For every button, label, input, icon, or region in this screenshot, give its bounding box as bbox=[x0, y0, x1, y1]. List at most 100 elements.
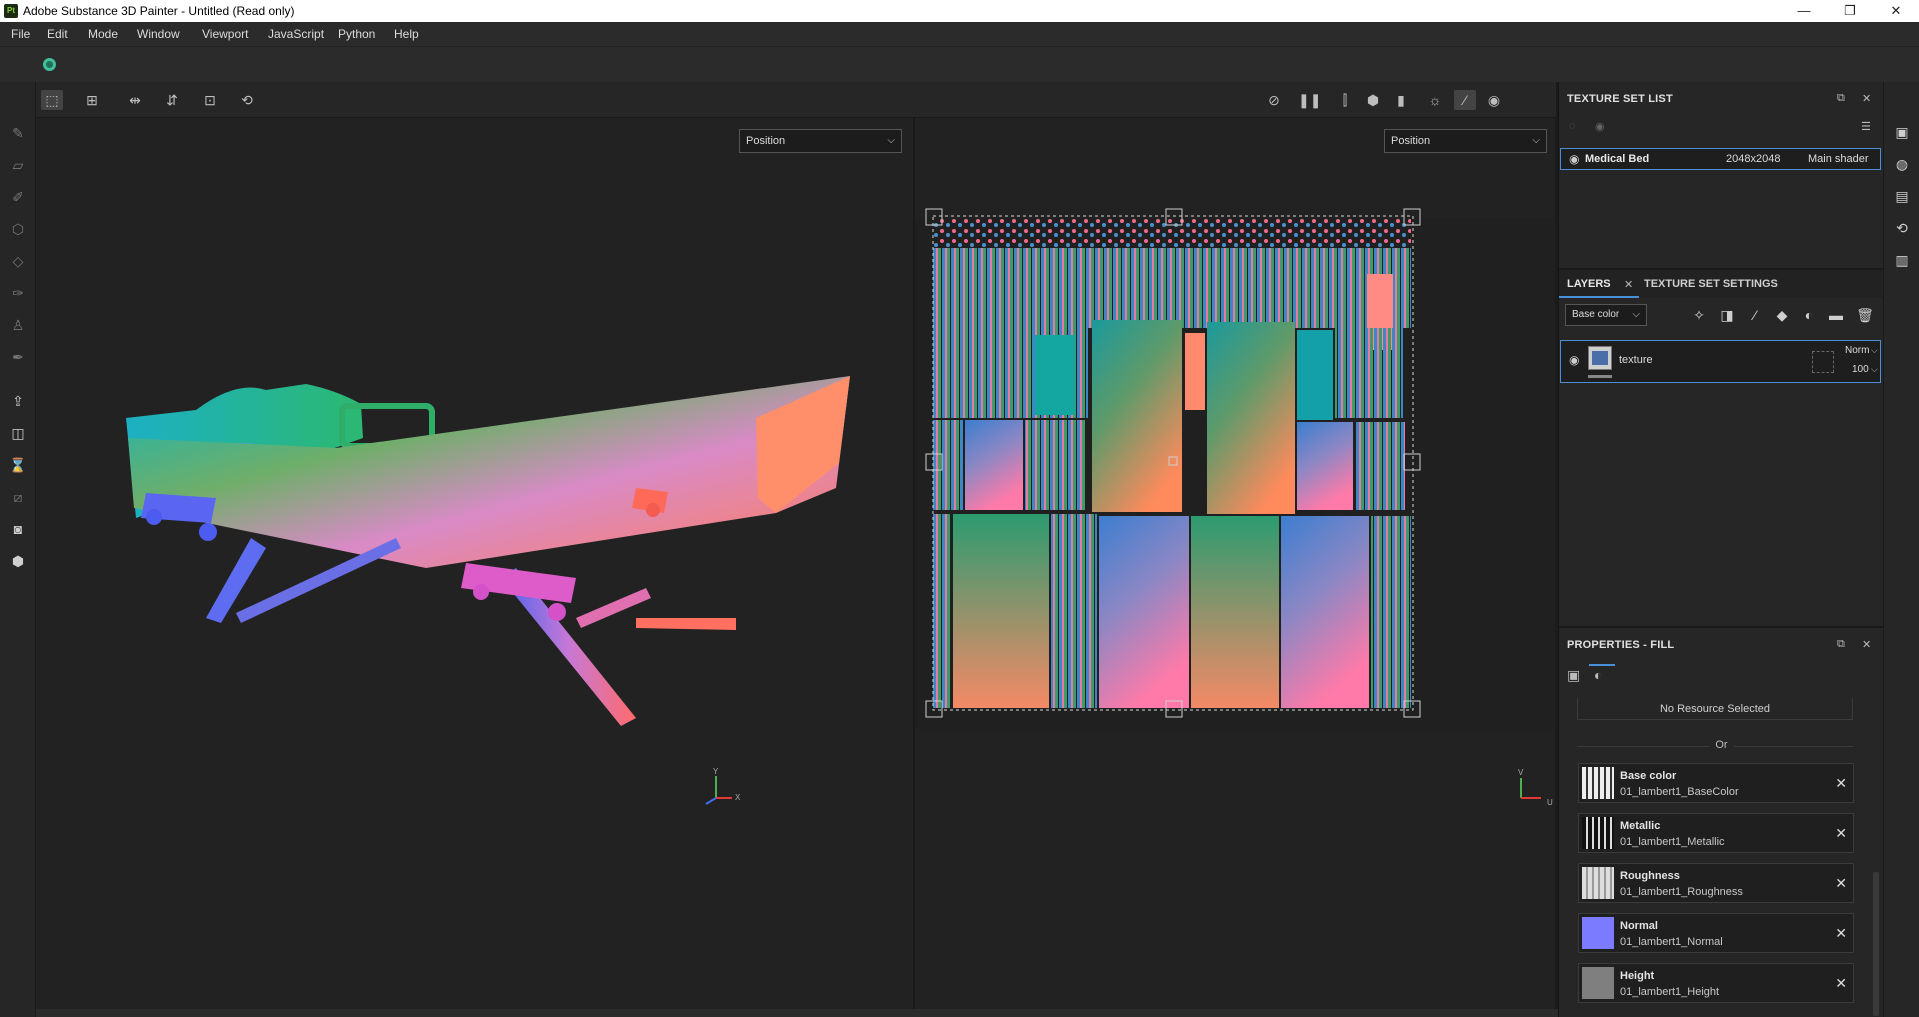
menu-javascript[interactable]: JavaScript bbox=[268, 27, 324, 41]
or-label: Or bbox=[1559, 739, 1884, 751]
screenshot-icon[interactable]: ◉ bbox=[1483, 90, 1505, 110]
bed-model bbox=[126, 376, 850, 726]
measure-icon[interactable]: ⌛ bbox=[9, 456, 27, 474]
layer-channel-select[interactable]: Base color ⌵ bbox=[1565, 304, 1647, 326]
texture-set-item[interactable]: ◉ Medical Bed 2048x2048 Main shader bbox=[1560, 148, 1881, 170]
frame-icon[interactable]: ⊡ bbox=[199, 90, 221, 110]
channel-slot-normal[interactable]: Normal 01_lambert1_Normal ✕ bbox=[1578, 913, 1854, 953]
split-icon[interactable]: ⫿ bbox=[1334, 90, 1356, 110]
menu-viewport[interactable]: Viewport bbox=[202, 27, 248, 41]
properties-scrollbar[interactable] bbox=[1873, 872, 1879, 1016]
eye-icon[interactable]: ◉ bbox=[1569, 353, 1579, 367]
clone-stamp-icon[interactable]: ♙ bbox=[9, 316, 27, 334]
cube-icon[interactable]: ⬢ bbox=[1362, 90, 1384, 110]
add-folder-icon[interactable]: ▬ bbox=[1827, 306, 1845, 324]
viewport-3d[interactable]: Position ⌵ Y X bbox=[36, 118, 913, 1009]
tab-texture-set-settings[interactable]: TEXTURE SET SETTINGS bbox=[1644, 278, 1778, 290]
chevron-down-icon: ⌵ bbox=[1871, 364, 1878, 374]
show-all-icon[interactable]: ◉ bbox=[1595, 120, 1605, 133]
uv-map bbox=[915, 208, 1555, 729]
channel-thumbnail bbox=[1582, 817, 1614, 849]
channel-slot-metallic[interactable]: Metallic 01_lambert1_Metallic ✕ bbox=[1578, 813, 1854, 853]
color-picker-icon[interactable]: ✒ bbox=[9, 348, 27, 366]
video-camera-icon[interactable]: ▮ bbox=[1390, 90, 1412, 110]
resource-slot[interactable]: No Resource Selected bbox=[1577, 698, 1853, 720]
mirror-x-icon[interactable]: ⇹ bbox=[124, 90, 146, 110]
pause-icon[interactable]: ❚❚ bbox=[1298, 90, 1321, 110]
close-tab-icon[interactable]: ✕ bbox=[1624, 278, 1633, 291]
add-smart-material-icon[interactable]: ◐ bbox=[1800, 306, 1818, 324]
float-panel-icon[interactable]: ⧉ bbox=[1837, 92, 1845, 105]
menu-python[interactable]: Python bbox=[338, 27, 375, 41]
menu-help[interactable]: Help bbox=[394, 27, 419, 41]
menu-edit[interactable]: Edit bbox=[47, 27, 68, 41]
camera-icon[interactable]: ◙ bbox=[9, 520, 27, 538]
mask-slot[interactable] bbox=[1812, 351, 1834, 373]
blend-mode[interactable]: Norm bbox=[1845, 345, 1869, 356]
menu-window[interactable]: Window bbox=[137, 27, 180, 41]
delete-layer-icon[interactable]: 🗑 bbox=[1856, 306, 1874, 324]
minimize-button[interactable]: — bbox=[1781, 0, 1827, 22]
history-icon[interactable]: ⟲ bbox=[1893, 219, 1911, 237]
panel-menu-icon[interactable]: ☰ bbox=[1861, 120, 1871, 133]
bake-icon[interactable]: ◫ bbox=[9, 424, 27, 442]
close-panel-icon[interactable]: ✕ bbox=[1862, 92, 1871, 105]
chevron-down-icon: ⌵ bbox=[1871, 345, 1878, 355]
channel-name: Base color bbox=[1620, 770, 1677, 782]
title-bar: Pt Adobe Substance 3D Painter - Untitled… bbox=[0, 0, 1919, 22]
remove-icon[interactable]: ✕ bbox=[1835, 975, 1847, 992]
mesh-icon[interactable]: ⬢ bbox=[9, 552, 27, 570]
tab-layers[interactable]: LAYERS bbox=[1567, 278, 1611, 290]
fill-settings-icon[interactable]: ▣ bbox=[1567, 667, 1580, 684]
remove-icon[interactable]: ✕ bbox=[1835, 775, 1847, 792]
grid-view-icon[interactable]: ⊞ bbox=[81, 90, 103, 110]
projection-icon[interactable]: ✐ bbox=[9, 188, 27, 206]
menu-file[interactable]: File bbox=[11, 27, 30, 41]
channel-name: Roughness bbox=[1620, 870, 1680, 882]
single-view-icon[interactable]: ⬚ bbox=[41, 90, 63, 110]
brush-mode-icon[interactable]: ⁄ bbox=[1454, 90, 1476, 110]
eye-icon[interactable]: ◉ bbox=[1569, 152, 1579, 166]
close-panel-icon[interactable]: ✕ bbox=[1862, 638, 1871, 651]
channel-slot-height[interactable]: Height 01_lambert1_Height ✕ bbox=[1578, 963, 1854, 1003]
log-icon[interactable]: ▥ bbox=[1893, 251, 1911, 269]
history-icon[interactable]: ⟲ bbox=[236, 90, 258, 110]
environment-icon[interactable]: ◍ bbox=[1893, 155, 1911, 173]
painting-mode-icon[interactable] bbox=[43, 58, 56, 71]
viewport-2d[interactable]: Position ⌵ V U bbox=[915, 118, 1555, 1009]
viewer-settings-icon[interactable]: ▣ bbox=[1893, 123, 1911, 141]
geometry-fill-icon[interactable]: ⬡ bbox=[9, 220, 27, 238]
paint-brush-icon[interactable]: ✎ bbox=[9, 124, 27, 142]
smudge-icon[interactable]: ✑ bbox=[9, 284, 27, 302]
texture-set-resolution: 2048x2048 bbox=[1726, 153, 1781, 165]
hide-icon[interactable]: ⊘ bbox=[1263, 90, 1285, 110]
mirror-y-icon[interactable]: ⇵ bbox=[161, 90, 183, 110]
channel-slot-roughness[interactable]: Roughness 01_lambert1_Roughness ✕ bbox=[1578, 863, 1854, 903]
export-icon[interactable]: ⇪ bbox=[9, 392, 27, 410]
channel-slot-basecolor[interactable]: Base color 01_lambert1_BaseColor ✕ bbox=[1578, 763, 1854, 803]
properties-title: PROPERTIES - FILL bbox=[1567, 639, 1675, 651]
add-paint-layer-icon[interactable]: ⁄ bbox=[1746, 306, 1764, 324]
material-icon[interactable]: ◐ bbox=[1594, 667, 1602, 683]
remove-icon[interactable]: ✕ bbox=[1835, 925, 1847, 942]
active-tab-underline bbox=[1559, 296, 1639, 298]
hide-all-icon[interactable]: ◌ bbox=[1569, 120, 1576, 132]
light-icon[interactable]: ☼ bbox=[1424, 90, 1446, 110]
remove-icon[interactable]: ✕ bbox=[1835, 825, 1847, 842]
layer-opacity[interactable]: 100 bbox=[1852, 364, 1869, 375]
channel-name: Metallic bbox=[1620, 820, 1661, 832]
remove-icon[interactable]: ✕ bbox=[1835, 875, 1847, 892]
eraser-icon[interactable]: ▱ bbox=[9, 156, 27, 174]
close-button[interactable]: ✕ bbox=[1873, 0, 1919, 22]
menu-mode[interactable]: Mode bbox=[88, 27, 118, 41]
add-mask-icon[interactable]: ◨ bbox=[1718, 306, 1736, 324]
restore-button[interactable]: ❐ bbox=[1827, 0, 1873, 22]
add-fill-layer-icon[interactable]: ◆ bbox=[1773, 306, 1791, 324]
polygon-fill-icon[interactable]: ◇ bbox=[9, 252, 27, 270]
float-panel-icon[interactable]: ⧉ bbox=[1837, 638, 1845, 651]
assets-icon[interactable]: ▤ bbox=[1893, 187, 1911, 205]
add-effect-icon[interactable]: ✧ bbox=[1690, 306, 1708, 324]
layer-item[interactable]: ◉ texture Norm ⌵ 100 ⌵ bbox=[1560, 340, 1881, 383]
axis-u-label: U bbox=[1547, 798, 1553, 807]
uv-icon[interactable]: ⧄ bbox=[9, 488, 27, 506]
